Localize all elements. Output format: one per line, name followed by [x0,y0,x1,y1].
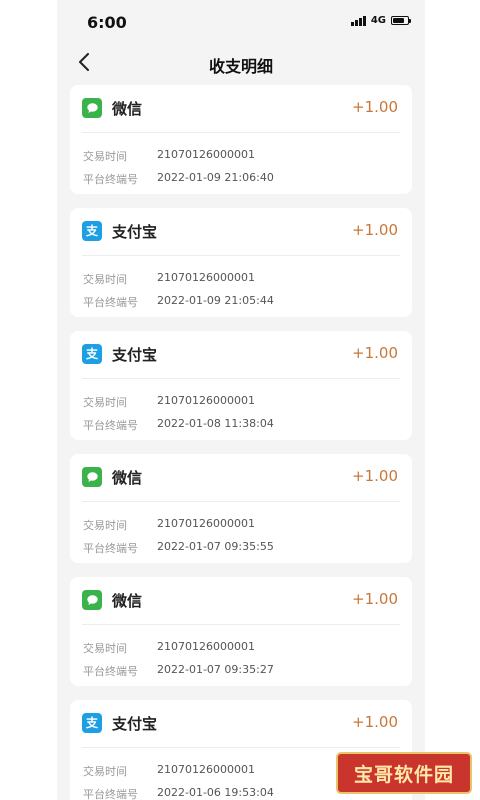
row-value: 21070126000001 [157,763,255,776]
payment-method: 支付宝 [112,715,158,733]
transaction-amount: +1.00 [352,344,398,362]
row-value: 2022-01-08 11:38:04 [157,417,274,430]
phone-screen: 6:00 4G 收支明细 微信 +1.00 交易时间 2107012600000… [57,0,425,800]
wechat-icon [82,98,102,118]
battery-icon [391,16,411,25]
row-value: 2022-01-06 19:53:04 [157,786,274,799]
row-label: 平台终端号 [83,665,138,678]
navigation-bar: 收支明细 [57,44,425,82]
row-value: 21070126000001 [157,394,255,407]
payment-method: 支付宝 [112,346,158,364]
divider [82,624,400,625]
transaction-amount: +1.00 [352,98,398,116]
payment-method: 支付宝 [112,223,158,241]
card-header: 支 支付宝 +1.00 [70,700,412,744]
card-header: 微信 +1.00 [70,454,412,498]
row-value: 21070126000001 [157,148,255,161]
wechat-icon [82,590,102,610]
row-label: 交易时间 [83,150,127,163]
status-time: 6:00 [87,13,127,32]
row-label: 平台终端号 [83,296,138,309]
watermark-logo: 宝哥软件园 [336,752,472,794]
transaction-amount: +1.00 [352,467,398,485]
divider [82,747,400,748]
alipay-icon: 支 [82,713,102,733]
row-label: 平台终端号 [83,173,138,186]
transaction-card[interactable]: 支 支付宝 +1.00 交易时间 21070126000001 平台终端号 20… [70,208,412,317]
row-value: 2022-01-07 09:35:55 [157,540,274,553]
page-title: 收支明细 [208,57,273,76]
card-header: 微信 +1.00 [70,85,412,129]
row-value: 21070126000001 [157,517,255,530]
card-header: 支 支付宝 +1.00 [70,331,412,375]
transaction-card[interactable]: 微信 +1.00 交易时间 21070126000001 平台终端号 2022-… [70,577,412,686]
transaction-amount: +1.00 [352,713,398,731]
transaction-card[interactable]: 微信 +1.00 交易时间 21070126000001 平台终端号 2022-… [70,454,412,563]
row-value: 21070126000001 [157,271,255,284]
card-header: 支 支付宝 +1.00 [70,208,412,252]
row-value: 2022-01-07 09:35:27 [157,663,274,676]
alipay-icon: 支 [82,221,102,241]
alipay-icon: 支 [82,344,102,364]
row-value: 21070126000001 [157,640,255,653]
divider [82,501,400,502]
transaction-card[interactable]: 支 支付宝 +1.00 交易时间 21070126000001 平台终端号 20… [70,331,412,440]
transaction-amount: +1.00 [352,221,398,239]
divider [82,132,400,133]
transaction-amount: +1.00 [352,590,398,608]
row-label: 交易时间 [83,396,127,409]
divider [82,378,400,379]
payment-method: 微信 [112,100,143,118]
wechat-icon [82,467,102,487]
signal-icon [350,15,366,26]
row-label: 平台终端号 [83,542,138,555]
row-label: 交易时间 [83,642,127,655]
payment-method: 微信 [112,592,143,610]
transaction-card[interactable]: 微信 +1.00 交易时间 21070126000001 平台终端号 2022-… [70,85,412,194]
row-value: 2022-01-09 21:05:44 [157,294,274,307]
status-bar: 6:00 4G [57,0,425,44]
row-label: 交易时间 [83,765,127,778]
divider [82,255,400,256]
row-label: 交易时间 [83,519,127,532]
row-value: 2022-01-09 21:06:40 [157,171,274,184]
row-label: 交易时间 [83,273,127,286]
status-icons: 4G [350,15,411,26]
row-label: 平台终端号 [83,788,138,800]
row-label: 平台终端号 [83,419,138,432]
payment-method: 微信 [112,469,143,487]
network-type: 4G [370,15,386,26]
card-header: 微信 +1.00 [70,577,412,621]
